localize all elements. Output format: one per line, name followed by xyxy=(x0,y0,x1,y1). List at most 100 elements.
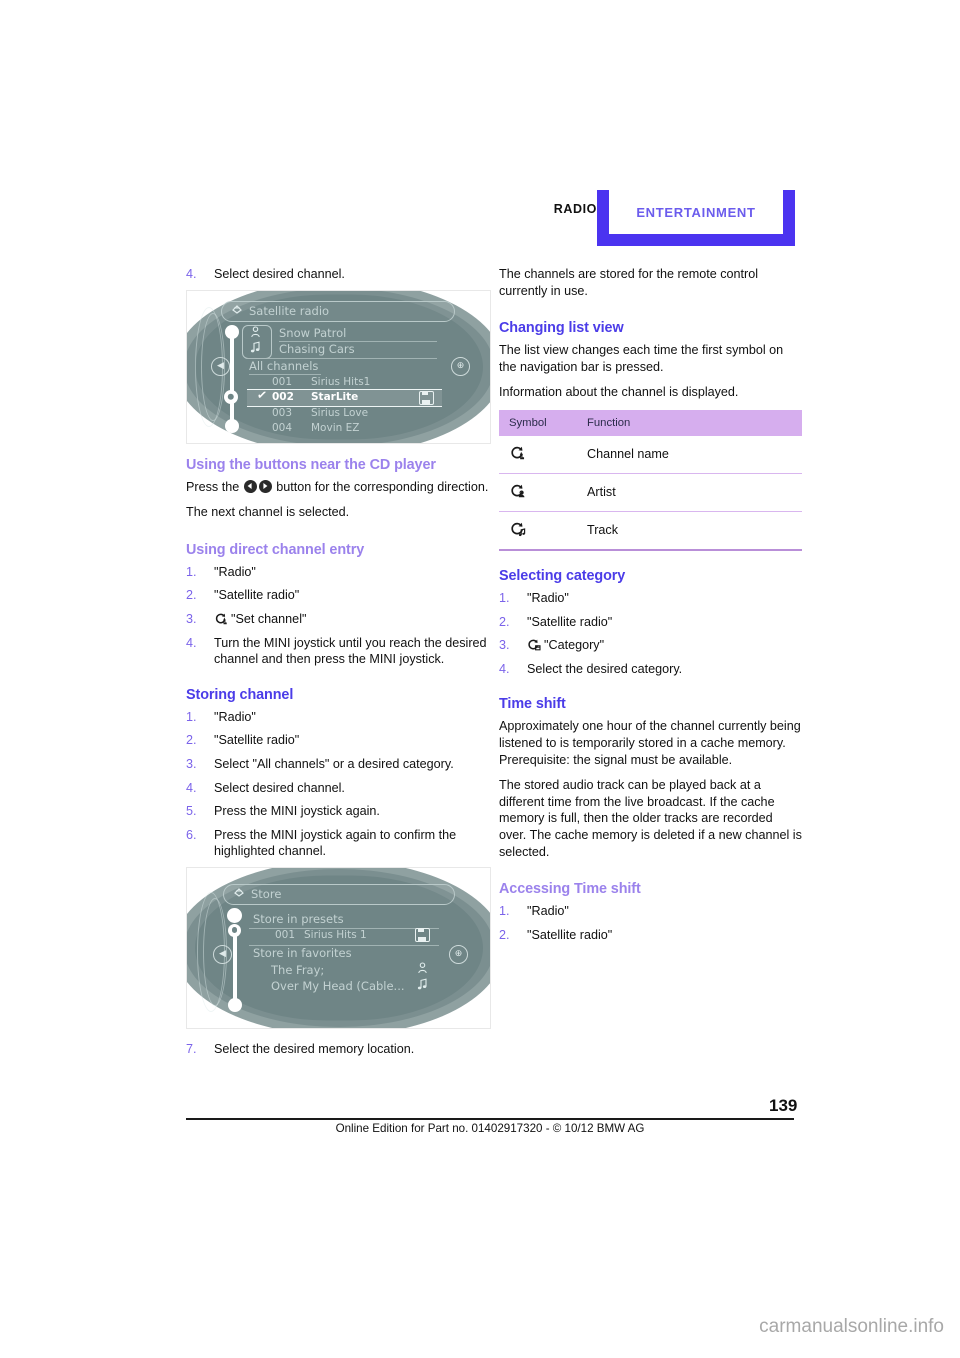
artist-icon xyxy=(417,962,428,977)
symbol-function-table: Symbol Function Channel name Artist Trac… xyxy=(499,409,802,551)
page-number: 139 xyxy=(769,1096,798,1115)
nav-options-button[interactable]: ⊕ xyxy=(449,944,468,964)
paragraph-remote-control: The channels are stored for the remote c… xyxy=(499,267,759,298)
step-text: "Set channel" xyxy=(231,611,307,626)
symbol-cell xyxy=(499,511,571,551)
list-item: 1. "Radio" xyxy=(499,903,802,920)
step-text: "Radio" xyxy=(527,904,569,919)
step-number: 2. xyxy=(499,614,510,629)
cycle-artist-icon xyxy=(509,483,527,499)
list-item: 4. Select desired channel. xyxy=(186,266,489,283)
step-text: "Satellite radio" xyxy=(527,614,613,629)
heading-direct-channel-entry: Using direct channel entry xyxy=(186,541,365,558)
step-text: Select desired channel. xyxy=(214,780,345,795)
list-item: 2. "Satellite radio" xyxy=(499,614,802,631)
step-text: "Satellite radio" xyxy=(527,927,613,942)
favorite-artist: The Fray; xyxy=(271,962,325,977)
step-text: Select the desired memory location. xyxy=(214,1041,415,1056)
music-note-icon xyxy=(250,341,261,356)
paragraph-list-view-2: Information about the channel is display… xyxy=(499,385,739,400)
step-text: "Satellite radio" xyxy=(214,588,300,603)
manual-page: RADIO ENTERTAINMENT 4. Select desired ch… xyxy=(0,0,960,1358)
press-post: button for the corresponding direction. xyxy=(276,479,489,494)
site-watermark: carmanualsonline.info xyxy=(759,1316,944,1337)
header-section-radio: RADIO xyxy=(553,202,597,216)
list-item: 2. "Satellite radio" xyxy=(186,732,489,749)
step-number: 1. xyxy=(499,590,510,605)
footer-divider xyxy=(186,1118,794,1120)
list-item: 7. Select the desired memory location. xyxy=(186,1041,489,1058)
list-item: 1. "Radio" xyxy=(186,709,489,726)
step-text: Press the MINI joystick again to confirm… xyxy=(214,827,457,859)
list-item: 4. Turn the MINI joystick until you reac… xyxy=(186,635,489,668)
step-list-accessing-time-shift: 1. "Radio" 2. "Satellite radio" xyxy=(499,903,802,943)
table-header-row: Symbol Function xyxy=(499,409,802,436)
list-item: 5. Press the MINI joystick again. xyxy=(186,803,489,820)
list-item: 1. "Radio" xyxy=(499,590,802,607)
step-text: Turn the MINI joystick until you reach t… xyxy=(214,635,487,667)
heading-using-buttons: Using the buttons near the CD player xyxy=(186,456,436,473)
channel-number: 002 xyxy=(272,390,294,403)
channel-name: Sirius Hits1 xyxy=(311,375,371,388)
page-header: RADIO ENTERTAINMENT xyxy=(0,190,960,250)
nav-back-button[interactable]: ◀ xyxy=(211,356,230,376)
heading-accessing-time-shift: Accessing Time shift xyxy=(499,881,641,898)
channel-name: Sirius Love xyxy=(311,406,369,419)
mini-display-store: Store Store in presets 001 Sirius Hits 1… xyxy=(186,866,491,1029)
cycle-category-icon xyxy=(527,638,541,651)
group-label-favorites: Store in favorites xyxy=(253,945,352,960)
step-number: 1. xyxy=(186,709,197,724)
step-number: 3. xyxy=(499,638,510,653)
cycle-channel-icon xyxy=(214,612,228,625)
step-text: Select "All channels" or a desired categ… xyxy=(214,756,454,771)
channel-number: 004 xyxy=(272,421,293,434)
music-note-icon xyxy=(417,978,428,993)
step-text: "Radio" xyxy=(527,590,569,605)
heading-changing-list-view: Changing list view xyxy=(499,320,624,337)
paragraph-list-view-1: The list view changes each time the firs… xyxy=(499,343,784,374)
step-number: 7. xyxy=(186,1041,197,1056)
paragraph-press-button: Press the button for the corresponding d… xyxy=(186,479,489,496)
artist-icon xyxy=(250,326,261,341)
heading-storing-channel: Storing channel xyxy=(186,686,294,703)
nav-options-button[interactable]: ⊕ xyxy=(451,356,470,376)
nowplaying-track: Chasing Cars xyxy=(279,341,355,356)
paragraph-time-shift-2: The stored audio track can be played bac… xyxy=(499,778,802,859)
step-number: 1. xyxy=(186,564,197,579)
function-cell: Channel name xyxy=(571,435,802,474)
list-item: 3. Select "All channels" or a desired cat… xyxy=(186,756,489,773)
step-text: "Radio" xyxy=(214,709,256,724)
step-text: "Satellite radio" xyxy=(214,733,300,748)
list-item: 3. "Category" xyxy=(499,637,802,654)
list-item: 4. Select desired channel. xyxy=(186,780,489,797)
step-number: 1. xyxy=(499,904,510,919)
cd-next-button-icon xyxy=(258,479,272,493)
step-number: 2. xyxy=(186,588,197,603)
check-icon: ✓ xyxy=(256,386,268,403)
favorite-track: Over My Head (Cable... xyxy=(271,978,405,993)
step-text: "Radio" xyxy=(214,564,256,579)
step-list-selecting-category: 1. "Radio" 2. "Satellite radio" 3. "Catego… xyxy=(499,590,802,677)
list-item: 2. "Satellite radio" xyxy=(186,587,489,604)
save-icon xyxy=(419,390,434,405)
cycle-channel-icon xyxy=(509,445,527,461)
step-number: 4. xyxy=(186,780,197,795)
paragraph-time-shift-1: Approximately one hour of the channel cu… xyxy=(499,719,801,767)
cd-previous-button-icon xyxy=(243,479,257,493)
header-section-entertainment: ENTERTAINMENT xyxy=(636,205,756,220)
heading-time-shift: Time shift xyxy=(499,696,566,713)
step-text: Press the MINI joystick again. xyxy=(214,804,380,819)
function-cell: Artist xyxy=(571,473,802,512)
footer-note: Online Edition for Part no. 01402917320 … xyxy=(335,1122,645,1135)
nav-back-button[interactable]: ◀ xyxy=(213,944,232,964)
step-number: 3. xyxy=(186,756,197,771)
step-number: 2. xyxy=(499,927,510,942)
step-number: 6. xyxy=(186,827,197,842)
step-list-memory-location: 7. Select the desired memory location. xyxy=(186,1041,489,1058)
save-icon xyxy=(415,927,430,942)
step-text: "Category" xyxy=(544,638,605,653)
preset-number: 001 xyxy=(275,928,296,941)
symbol-cell xyxy=(499,435,571,474)
symbol-cell xyxy=(499,473,571,512)
step-number: 2. xyxy=(186,733,197,748)
